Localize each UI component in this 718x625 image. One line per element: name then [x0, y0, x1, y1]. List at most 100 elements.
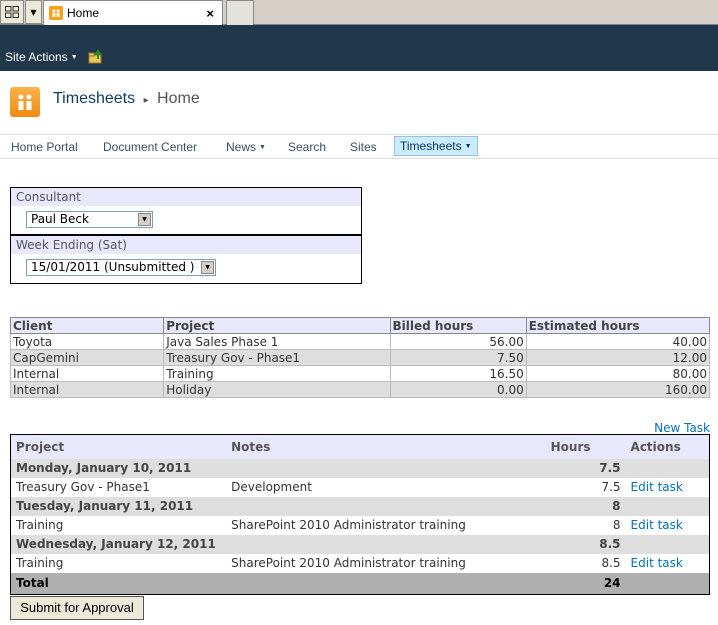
day-date: Wednesday, January 12, 2011 [10, 534, 546, 554]
cell-project: Treasury Gov - Phase1 [163, 349, 391, 366]
task-hours: 7.5 [601, 480, 621, 494]
nav-item-timesheets-label: Timesheets [400, 139, 462, 153]
cell-billed-hours: 56.00 [389, 333, 527, 350]
nav-item-document-center[interactable]: Document Center [103, 137, 197, 157]
task-action-cell: Edit task [626, 516, 710, 535]
table-header-row: Project Notes Hours Actions [10, 434, 710, 459]
ribbon-bar: Site Actions ▼ [0, 25, 718, 71]
nav-item-timesheets[interactable]: Timesheets ▼ [394, 136, 478, 156]
nav-item-sites[interactable]: Sites [350, 137, 377, 157]
edit-task-link[interactable]: Edit task [631, 518, 683, 532]
day-total-hours: 8.5 [545, 534, 626, 554]
site-actions-menu[interactable]: Site Actions ▼ [5, 50, 78, 64]
day-spacer [625, 496, 710, 516]
dropdown-arrow-icon: ▼ [201, 261, 214, 274]
week-ending-label: Week Ending (Sat) [11, 236, 361, 254]
total-spacer [625, 572, 710, 595]
cell-client: Internal [9, 365, 165, 382]
table-header-row: Client Project Billed hours Estimated ho… [9, 317, 711, 334]
nav-item-news[interactable]: News ▼ [226, 137, 266, 157]
cell-estimated-hours: 80.00 [525, 365, 711, 382]
cell-estimated-hours: 160.00 [525, 381, 711, 398]
day-group-row: Tuesday, January 11, 2011 8 [10, 496, 710, 516]
cell-client: Toyota [9, 333, 165, 350]
task-notes: SharePoint 2010 Administrator training [231, 518, 466, 532]
total-label: Total [10, 572, 546, 595]
day-date: Tuesday, January 11, 2011 [10, 496, 546, 516]
title-area: Timesheets ▸ Home [0, 71, 718, 135]
navigate-up-icon[interactable] [88, 50, 104, 64]
consultant-label: Consultant [11, 188, 361, 206]
task-hours: 8.5 [601, 556, 621, 570]
day-group-row: Wednesday, January 12, 2011 8.5 [10, 534, 710, 554]
column-header-project: Project [10, 434, 227, 459]
cell-project: Holiday [163, 381, 391, 398]
site-logo-icon[interactable] [10, 87, 40, 117]
cell-billed-hours: 0.00 [389, 381, 527, 398]
column-header-estimated-hours: Estimated hours [525, 317, 711, 334]
consultant-panel: Consultant Paul Beck ▼ [10, 187, 362, 235]
breadcrumb-current-page: Home [157, 90, 200, 107]
quick-tabs-button[interactable] [0, 0, 24, 24]
task-notes: Development [231, 480, 312, 494]
column-header-actions: Actions [625, 434, 710, 459]
dropdown-arrow-icon: ▼ [138, 213, 151, 226]
table-row: CapGemini Treasury Gov - Phase1 7.50 12.… [9, 349, 711, 366]
chevron-down-icon: ▼ [259, 143, 266, 151]
column-header-client: Client [9, 317, 165, 334]
day-total-hours: 8 [545, 496, 626, 516]
task-row: Training SharePoint 2010 Administrator t… [11, 516, 710, 535]
day-total-hours: 7.5 [545, 458, 626, 478]
breadcrumb: Timesheets ▸ Home [53, 90, 200, 108]
sharepoint-favicon-icon [49, 6, 63, 20]
site-actions-label: Site Actions [5, 50, 68, 64]
task-project: Treasury Gov - Phase1 [16, 480, 150, 494]
chevron-down-icon: ▼ [70, 54, 78, 62]
day-spacer [625, 458, 710, 478]
nav-item-search[interactable]: Search [288, 137, 326, 157]
column-header-billed-hours: Billed hours [389, 317, 527, 334]
task-list-table: Project Notes Hours Actions Monday, Janu… [10, 434, 710, 595]
breadcrumb-separator-icon: ▸ [143, 95, 149, 106]
cell-estimated-hours: 40.00 [525, 333, 711, 350]
cell-client: Internal [9, 381, 165, 398]
task-notes: SharePoint 2010 Administrator training [231, 556, 466, 570]
week-ending-select[interactable]: 15/01/2011 (Unsubmitted ) ▼ [26, 259, 216, 276]
consultant-selected-value: Paul Beck [31, 212, 89, 226]
nav-item-news-label: News [226, 140, 257, 154]
column-header-project: Project [163, 317, 391, 334]
grid-icon [5, 6, 19, 18]
tab-list-dropdown[interactable]: ▼ [25, 0, 42, 24]
table-row: Internal Holiday 0.00 160.00 [9, 381, 711, 398]
new-task-link[interactable]: New Task [654, 421, 710, 435]
browser-tab-strip: ▼ Home × [0, 0, 718, 25]
task-action-cell: Edit task [626, 554, 710, 573]
top-navigation: Home Portal Document Center News ▼ Search… [0, 135, 718, 159]
task-row: Treasury Gov - Phase1 Development 7.5 Ed… [11, 478, 710, 497]
cell-billed-hours: 7.50 [389, 349, 527, 366]
cell-project: Training [163, 365, 391, 382]
cell-estimated-hours: 12.00 [525, 349, 711, 366]
edit-task-link[interactable]: Edit task [631, 480, 683, 494]
column-header-hours: Hours [545, 434, 626, 459]
cell-project: Java Sales Phase 1 [163, 333, 391, 350]
consultant-select[interactable]: Paul Beck ▼ [26, 211, 153, 228]
project-summary-table: Client Project Billed hours Estimated ho… [9, 317, 711, 398]
task-project: Training [16, 518, 64, 532]
week-ending-panel: Week Ending (Sat) 15/01/2011 (Unsubmitte… [10, 235, 362, 284]
breadcrumb-site-link[interactable]: Timesheets [53, 90, 135, 107]
task-hours: 8 [612, 518, 621, 532]
nav-item-home-portal[interactable]: Home Portal [11, 137, 78, 157]
task-action-cell: Edit task [626, 478, 710, 497]
submit-for-approval-button[interactable]: Submit for Approval [10, 596, 144, 620]
close-tab-icon[interactable]: × [206, 6, 214, 21]
day-group-row: Monday, January 10, 2011 7.5 [10, 458, 710, 478]
total-row: Total 24 [10, 572, 710, 595]
day-date: Monday, January 10, 2011 [10, 458, 546, 478]
edit-task-link[interactable]: Edit task [631, 556, 683, 570]
task-project: Training [16, 556, 64, 570]
browser-tab-home[interactable]: Home × [43, 0, 223, 25]
cell-client: CapGemini [9, 349, 165, 366]
new-tab-button[interactable] [226, 0, 254, 25]
column-header-notes: Notes [226, 434, 546, 459]
